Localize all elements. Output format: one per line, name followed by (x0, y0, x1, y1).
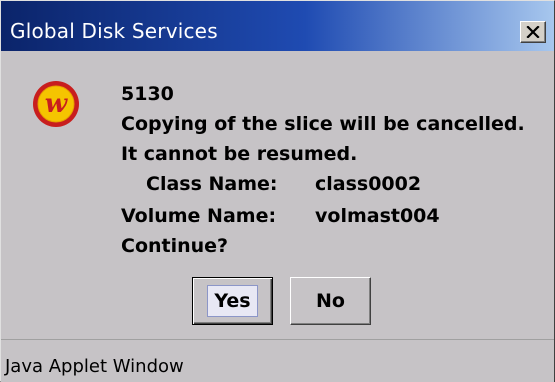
message-code: 5130 (121, 83, 174, 105)
no-button[interactable]: No (290, 277, 371, 325)
applet-warning-text: Java Applet Window (5, 356, 184, 377)
class-name-label: Class Name: (146, 173, 278, 195)
message-line-2: It cannot be resumed. (121, 143, 358, 165)
title-bar[interactable]: Global Disk Services (1, 1, 554, 51)
dialog-content: w 5130 Copying of the slice will be canc… (1, 51, 554, 338)
volume-name-value: volmast004 (315, 205, 440, 227)
window-title: Global Disk Services (10, 19, 218, 43)
confirm-question: Continue? (121, 235, 229, 257)
status-bar: Java Applet Window (1, 339, 554, 382)
dialog-window: Global Disk Services w 5130 Copying of t… (0, 0, 555, 382)
yes-button-label: Yes (207, 285, 258, 317)
message-line-1: Copying of the slice will be cancelled. (121, 113, 525, 135)
svg-text:w: w (45, 89, 69, 119)
volume-name-label: Volume Name: (121, 205, 277, 227)
class-name-value: class0002 (315, 173, 422, 195)
no-button-label: No (316, 290, 345, 312)
yes-button[interactable]: Yes (192, 277, 273, 325)
close-icon (526, 26, 540, 38)
close-button[interactable] (520, 21, 546, 43)
w-logo-icon: w (33, 81, 79, 127)
